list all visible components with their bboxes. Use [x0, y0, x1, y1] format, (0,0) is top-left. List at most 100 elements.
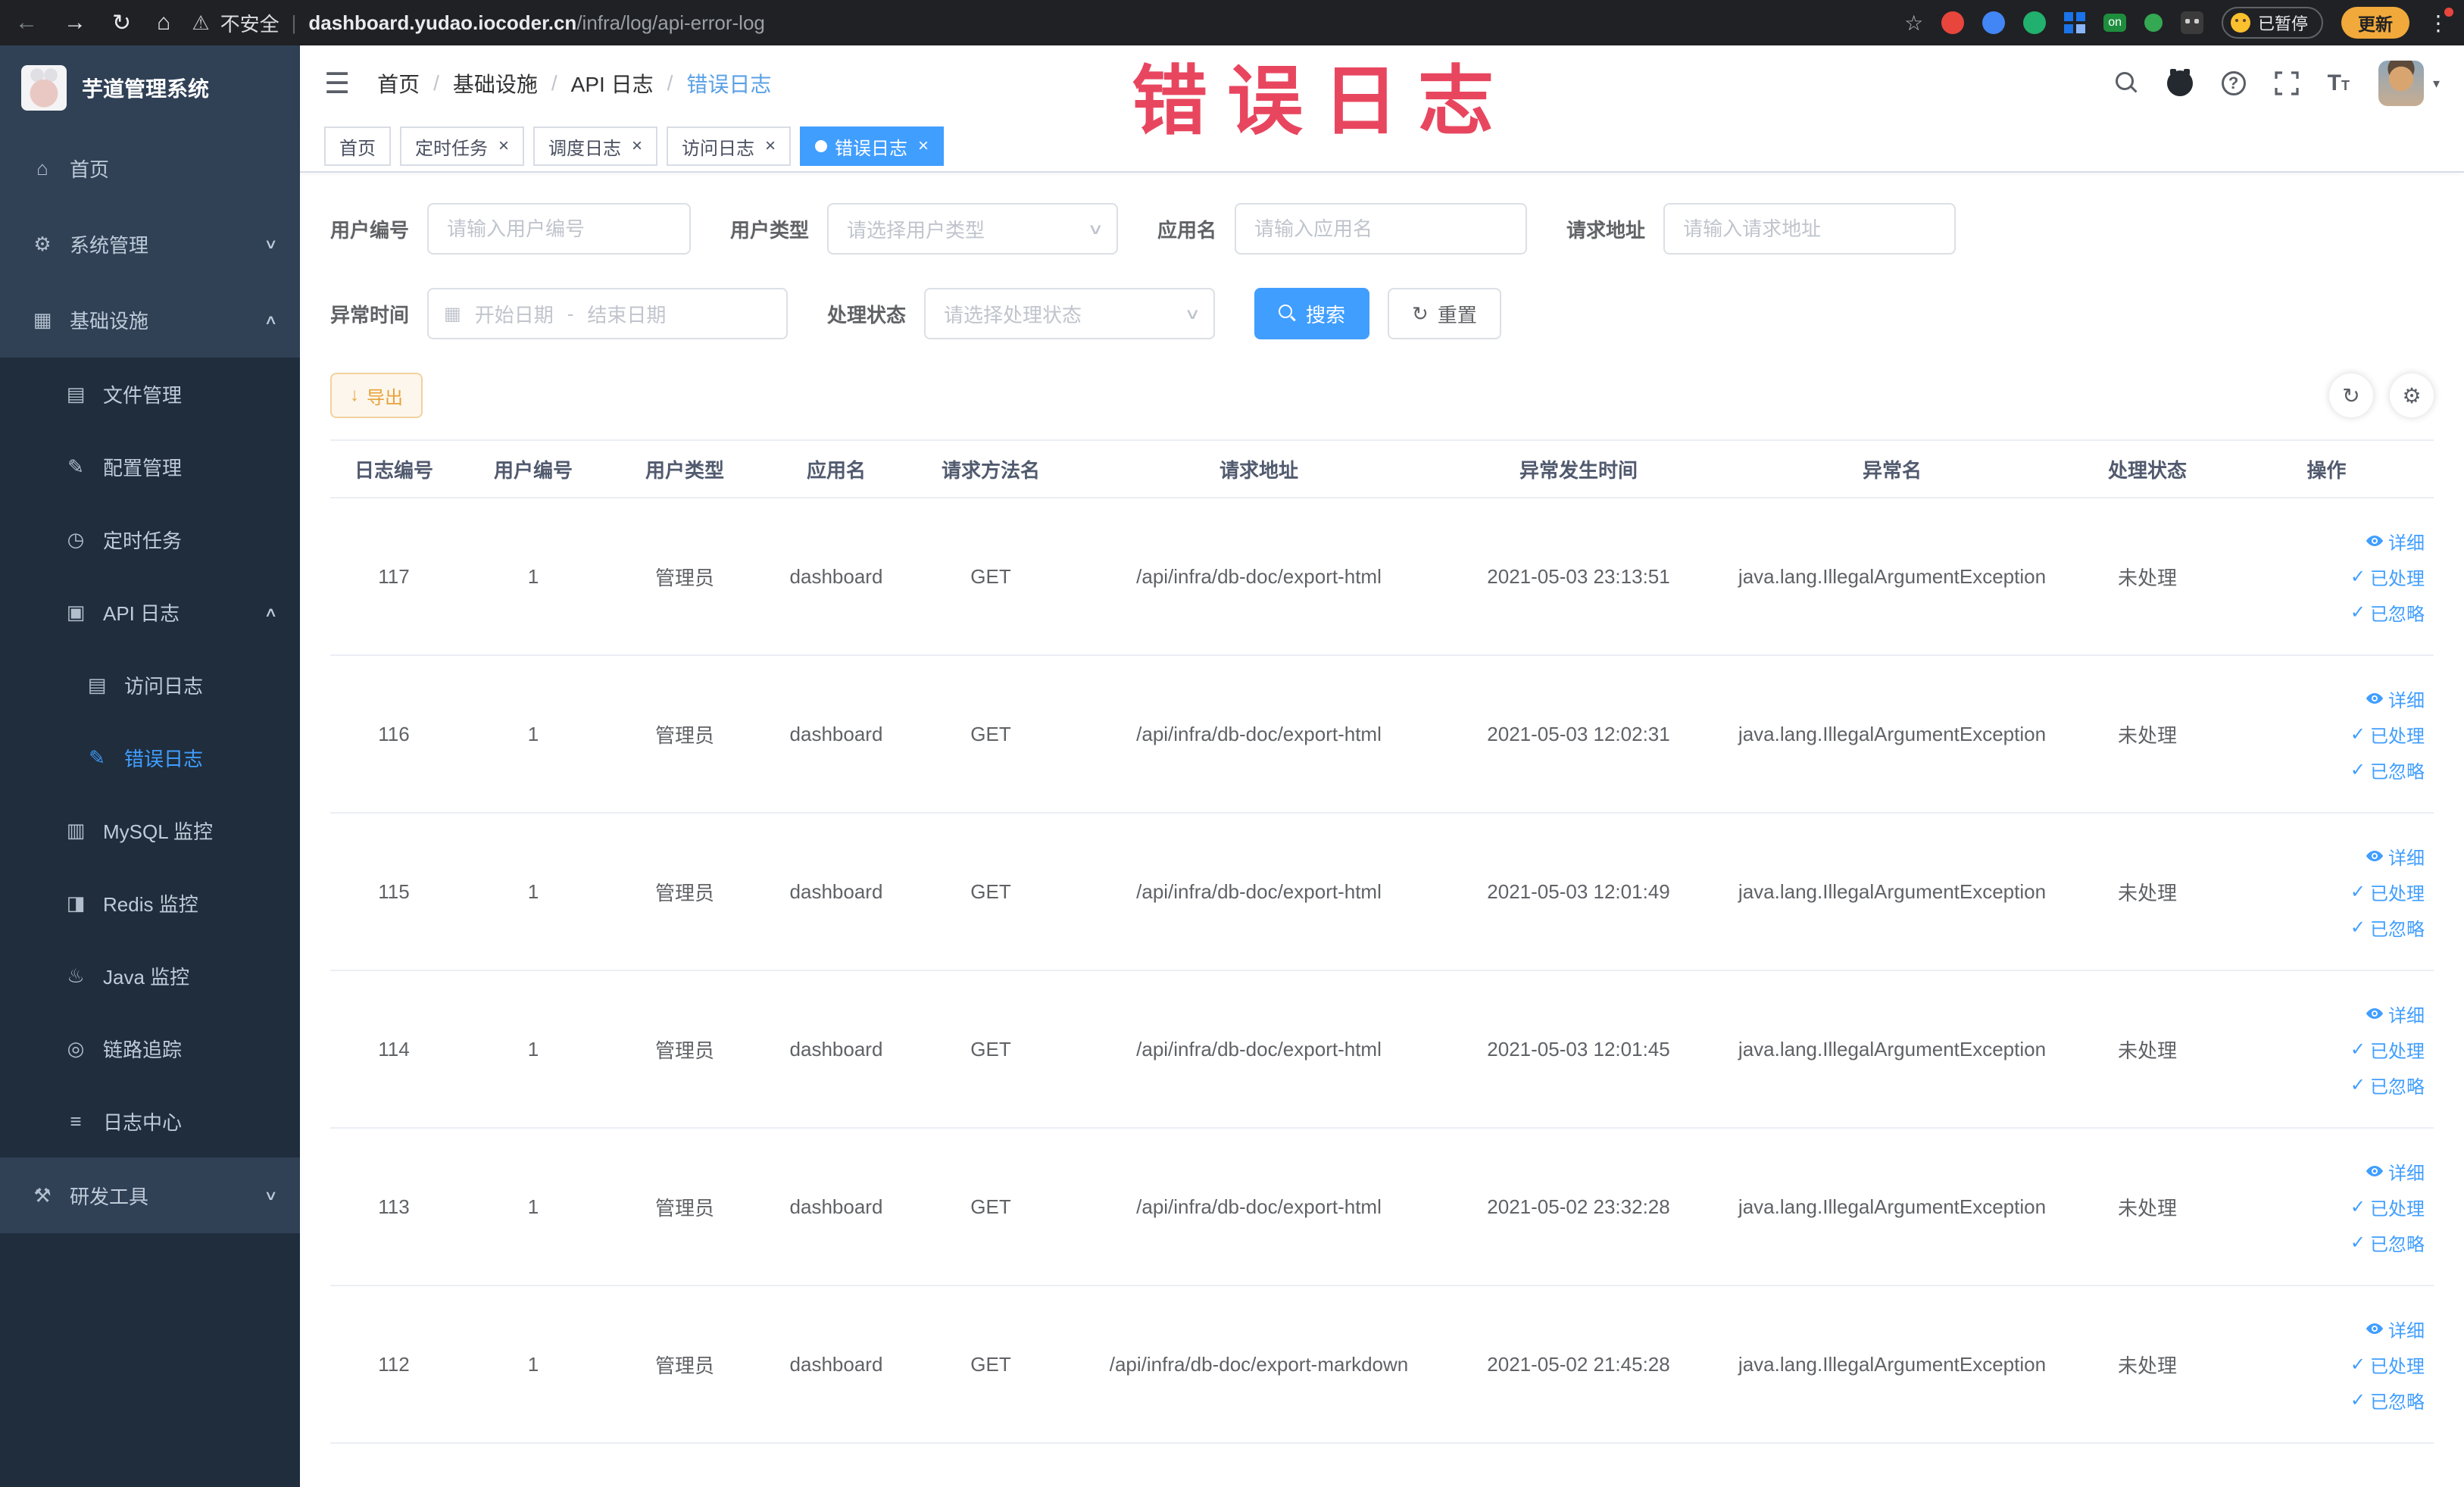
mark-ignored-link[interactable]: ✓ 已忽略 — [2350, 1229, 2425, 1256]
check-icon: ✓ — [2350, 1074, 2366, 1095]
exception-time-range-picker[interactable]: ▦ 开始日期 - 结束日期 — [427, 288, 789, 339]
mark-ignored-link[interactable]: ✓ 已忽略 — [2350, 1072, 2425, 1098]
mark-ignored-link[interactable]: ✓ 已忽略 — [2350, 599, 2425, 626]
fullscreen-icon[interactable] — [2275, 71, 2299, 95]
sidebar-item-11[interactable]: ♨ Java 监控 — [0, 939, 300, 1012]
mark-processed-link[interactable]: ✓ 已处理 — [2350, 1036, 2425, 1063]
process-status-cell: 未处理 — [2075, 498, 2219, 656]
tab-0[interactable]: 首页 — [324, 127, 391, 166]
mark-processed-link[interactable]: ✓ 已处理 — [2350, 1194, 2425, 1220]
url-text[interactable]: dashboard.yudao.iocoder.cn/infra/log/api… — [308, 11, 765, 35]
detail-link[interactable]: 详细 — [2366, 1001, 2425, 1027]
detail-link[interactable]: 详细 — [2366, 528, 2425, 555]
sidebar-item-7[interactable]: ▤ 访问日志 — [0, 648, 300, 721]
user-avatar[interactable]: ▾ — [2378, 61, 2440, 106]
action-label: 详细 — [2388, 848, 2425, 869]
close-icon[interactable]: × — [498, 137, 509, 155]
font-size-icon[interactable]: TT — [2328, 70, 2350, 96]
app-name-cell: dashboard — [760, 970, 912, 1129]
extension-icon-green[interactable] — [2023, 11, 2047, 34]
close-icon[interactable]: × — [632, 137, 642, 155]
sidebar-item-2[interactable]: ▦ 基础设施 ∧ — [0, 282, 300, 358]
sidebar-item-0[interactable]: ⌂ 首页 — [0, 130, 300, 206]
github-icon[interactable] — [2166, 69, 2193, 96]
eye-icon — [2366, 1004, 2384, 1023]
help-icon[interactable]: ? — [2221, 71, 2246, 95]
sidebar-item-13[interactable]: ≡ 日志中心 — [0, 1085, 300, 1157]
sidebar-item-label: 研发工具 — [70, 1185, 149, 1208]
sidebar-item-3[interactable]: ▤ 文件管理 — [0, 358, 300, 430]
sidebar-item-8-active[interactable]: ✎ 错误日志 — [0, 721, 300, 794]
sidebar-item-9[interactable]: ▥ MySQL 监控 — [0, 794, 300, 867]
paused-chip[interactable]: 已暂停 — [2221, 7, 2323, 39]
sidebar-item-10[interactable]: ◨ Redis 监控 — [0, 867, 300, 939]
actions-cell: 详细 ✓ 已处理 ✓ 已忽略 — [2219, 1286, 2434, 1444]
reset-button[interactable]: ↻ 重置 — [1388, 288, 1501, 339]
extension-on-badge[interactable]: on — [2103, 14, 2126, 32]
hamburger-icon[interactable]: ☰ — [324, 67, 350, 101]
home-icon[interactable]: ⌂ — [157, 10, 170, 36]
sidebar-item-5[interactable]: ◷ 定时任务 — [0, 503, 300, 576]
user-type-cell: 管理员 — [609, 498, 760, 656]
search-button[interactable]: 搜索 — [1254, 288, 1370, 339]
refresh-button[interactable]: ↻ — [2329, 373, 2373, 417]
bookmark-star-icon[interactable]: ☆ — [1904, 11, 1923, 36]
chevron-down-icon: ∨ — [264, 236, 278, 251]
extension-icon-red[interactable] — [1941, 11, 1965, 34]
breadcrumb-item-3: 错误日志 — [686, 73, 772, 96]
export-button[interactable]: ↓ 导出 — [330, 373, 423, 418]
sidebar-item-12[interactable]: ◎ 链路追踪 — [0, 1012, 300, 1085]
detail-link[interactable]: 详细 — [2366, 686, 2425, 712]
log-id-cell: 115 — [330, 813, 458, 971]
mark-ignored-link[interactable]: ✓ 已忽略 — [2350, 914, 2425, 941]
action-label: 已处理 — [2370, 568, 2425, 589]
extension-icon-blue[interactable] — [1982, 11, 2006, 34]
process-status-select[interactable]: 请选择处理状态 ∨ — [924, 288, 1216, 339]
breadcrumb-item-1[interactable]: 基础设施 — [453, 68, 538, 98]
breadcrumb-separator: / — [551, 71, 557, 95]
breadcrumb-item-2[interactable]: API 日志 — [571, 68, 654, 98]
detail-link[interactable]: 详细 — [2366, 843, 2425, 870]
column-settings-button[interactable]: ⚙ — [2390, 373, 2434, 417]
mark-ignored-link[interactable]: ✓ 已忽略 — [2350, 1387, 2425, 1414]
forward-icon[interactable]: → — [64, 10, 86, 36]
user-type-select[interactable]: 请选择用户类型 ∨ — [827, 203, 1119, 255]
tampermonkey-icon[interactable] — [2180, 11, 2203, 34]
app-name-input[interactable] — [1235, 203, 1528, 255]
request-url-input[interactable] — [1663, 203, 1957, 255]
site-security-chip[interactable]: ⚠ 不安全 — [192, 9, 279, 37]
mark-ignored-link[interactable]: ✓ 已忽略 — [2350, 757, 2425, 783]
user-id-input[interactable] — [427, 203, 692, 255]
sidebar-logo[interactable]: 芋道管理系统 — [0, 45, 300, 130]
reload-icon[interactable]: ↻ — [112, 10, 131, 36]
chevron-up-icon: ∧ — [264, 311, 278, 327]
back-icon[interactable]: ← — [15, 10, 38, 36]
search-icon[interactable] — [2115, 72, 2138, 95]
tab-3[interactable]: 访问日志 × — [667, 127, 792, 166]
avatar-image — [2378, 61, 2424, 106]
close-icon[interactable]: × — [765, 137, 776, 155]
chevron-down-icon: ∨ — [264, 1187, 278, 1203]
sidebar-item-14[interactable]: ⚒ 研发工具 ∨ — [0, 1157, 300, 1233]
browser-menu-icon[interactable]: ⋮ — [2428, 7, 2453, 36]
close-icon[interactable]: × — [918, 137, 929, 155]
sidebar-item-1[interactable]: ⚙ 系统管理 ∨ — [0, 206, 300, 282]
mark-processed-link[interactable]: ✓ 已处理 — [2350, 721, 2425, 748]
detail-link[interactable]: 详细 — [2366, 1158, 2425, 1185]
mark-processed-link[interactable]: ✓ 已处理 — [2350, 564, 2425, 590]
tab-1[interactable]: 定时任务 × — [400, 127, 525, 166]
sidebar-item-label: MySQL 监控 — [103, 820, 213, 843]
check-icon: ✓ — [2350, 566, 2366, 587]
detail-link[interactable]: 详细 — [2366, 1316, 2425, 1342]
extension-icon-small-green[interactable] — [2144, 14, 2163, 32]
extension-icon-grid[interactable] — [2064, 12, 2086, 33]
sidebar-item-4[interactable]: ✎ 配置管理 — [0, 430, 300, 503]
mark-processed-link[interactable]: ✓ 已处理 — [2350, 879, 2425, 905]
mark-processed-link[interactable]: ✓ 已处理 — [2350, 1351, 2425, 1378]
sidebar-item-6[interactable]: ▣ API 日志 ∧ — [0, 576, 300, 648]
user-id-cell: 1 — [458, 655, 609, 814]
tab-2[interactable]: 调度日志 × — [533, 127, 658, 166]
breadcrumb-item-0[interactable]: 首页 — [377, 68, 420, 98]
tab-4-active[interactable]: 错误日志 × — [800, 127, 945, 166]
browser-update-button[interactable]: 更新 — [2341, 7, 2409, 39]
